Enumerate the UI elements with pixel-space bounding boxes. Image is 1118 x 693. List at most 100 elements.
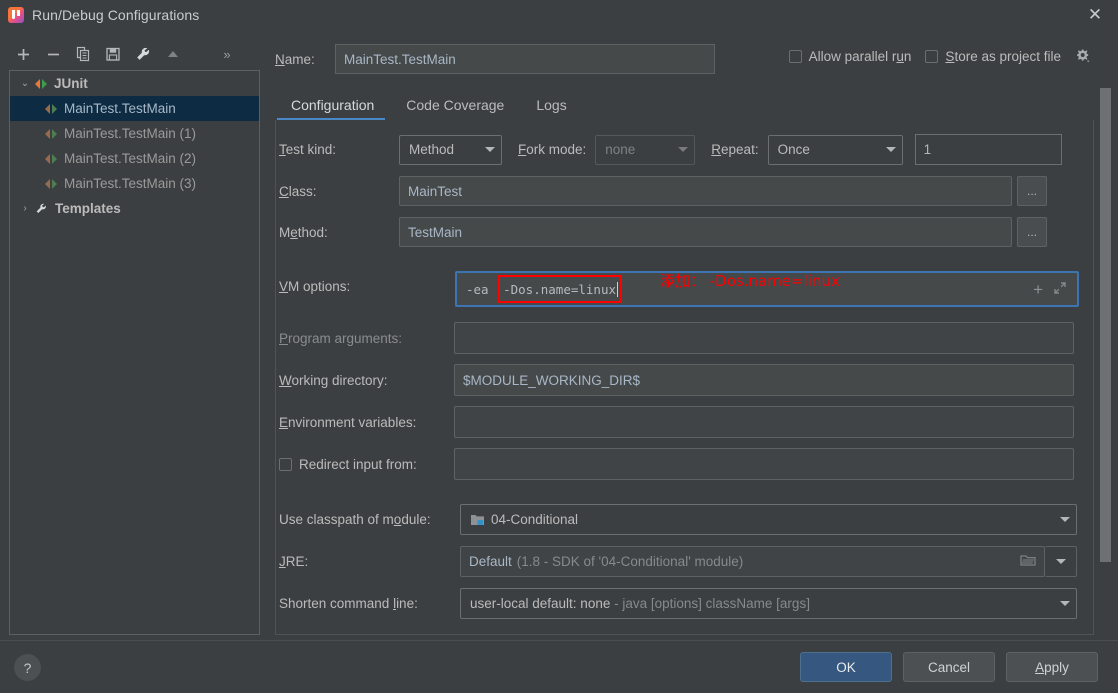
repeat-count-input[interactable]: 1 (914, 134, 1062, 165)
title-bar: Run/Debug Configurations ✕ (0, 0, 1118, 29)
add-configuration-button[interactable] (8, 41, 38, 67)
chevron-down-icon (1060, 601, 1070, 606)
tree-node-label: JUnit (54, 76, 88, 91)
fork-mode-value: none (605, 142, 636, 157)
tree-node-label: Templates (55, 201, 121, 216)
vm-options-highlight-box: -Dos.name=linux (498, 275, 622, 303)
save-configuration-button[interactable] (98, 41, 128, 67)
class-input[interactable]: MainTest (399, 176, 1012, 206)
cancel-button[interactable]: Cancel (903, 652, 995, 682)
tree-node-maintest-testmain[interactable]: MainTest.TestMain (10, 96, 259, 121)
expand-icon[interactable] (1053, 281, 1067, 298)
environment-variables-input[interactable] (454, 406, 1074, 438)
tree-node-templates[interactable]: › Templates (10, 196, 259, 221)
allow-parallel-run-checkbox[interactable]: Allow parallel run (788, 49, 912, 64)
remove-configuration-button[interactable] (38, 41, 68, 67)
use-classpath-row: Use classpath of module: 04-Conditional (279, 504, 1077, 535)
allow-parallel-run-label: Allow parallel run (808, 49, 912, 64)
store-as-project-file-checkbox[interactable]: Store as project file (925, 49, 1061, 64)
chevron-down-icon[interactable]: ⌄ (16, 78, 34, 89)
tree-node-maintest-testmain-2[interactable]: MainTest.TestMain (2) (10, 146, 259, 171)
module-icon (470, 513, 485, 527)
vertical-scrollbar[interactable] (1100, 88, 1111, 562)
name-input[interactable]: MainTest.TestMain (335, 44, 715, 74)
wrench-icon[interactable] (128, 41, 158, 67)
vm-options-label: VM options: (279, 279, 351, 294)
repeat-value: Once (777, 142, 810, 157)
chevron-down-icon (1060, 517, 1070, 522)
tree-node-label: MainTest.TestMain (3) (64, 176, 197, 191)
shorten-command-line-hint: - java [options] className [args] (614, 596, 810, 611)
redirect-input-field[interactable] (454, 448, 1074, 480)
chevron-down-icon (678, 147, 689, 152)
jre-input[interactable]: Default (1.8 - SDK of '04-Conditional' m… (460, 546, 1045, 577)
footer-divider (0, 640, 1118, 641)
checkbox-box[interactable] (788, 50, 802, 63)
method-browse-button[interactable]: ... (1017, 217, 1047, 247)
wrench-icon (34, 202, 49, 216)
tab-code-coverage[interactable]: Code Coverage (390, 90, 520, 120)
test-kind-select[interactable]: Method (399, 134, 502, 165)
checkbox-box[interactable] (925, 50, 939, 63)
ok-button[interactable]: OK (800, 652, 892, 682)
chevron-down-icon (1055, 559, 1066, 564)
shorten-command-line-label: Shorten command line: (279, 596, 418, 611)
store-as-project-file-label: Store as project file (945, 49, 1061, 64)
tab-bar: Configuration Code Coverage Logs (275, 88, 583, 120)
shorten-command-line-value: user-local default: none (470, 596, 611, 611)
junit-icon (44, 153, 58, 165)
method-input[interactable]: TestMain (399, 217, 1012, 247)
test-kind-value: Method (409, 142, 455, 157)
redirect-input-row: Redirect input from: (279, 448, 1074, 480)
repeat-select[interactable]: Once (767, 134, 903, 165)
junit-icon (44, 128, 58, 140)
fork-mode-select[interactable]: none (595, 134, 696, 165)
tab-configuration[interactable]: Configuration (275, 90, 390, 120)
tree-node-label: MainTest.TestMain (64, 101, 176, 116)
shorten-command-line-select[interactable]: user-local default: none - java [options… (460, 588, 1077, 619)
environment-variables-label: Environment variables: (279, 414, 417, 430)
checkbox-box[interactable] (279, 457, 292, 471)
jre-value: Default (469, 554, 512, 569)
folder-icon[interactable] (1020, 553, 1036, 570)
program-arguments-input[interactable] (454, 322, 1074, 354)
more-options-button[interactable]: » (212, 41, 242, 67)
environment-variables-row: Environment variables: (279, 406, 1074, 438)
close-icon[interactable]: ✕ (1072, 0, 1118, 29)
gear-dropdown-icon[interactable] (1075, 48, 1092, 65)
plus-icon[interactable]: + (1033, 281, 1043, 298)
copy-configuration-button[interactable] (68, 41, 98, 67)
redirect-input-label: Redirect input from: (299, 456, 417, 472)
apply-rest: pply (1044, 659, 1069, 675)
method-label: Method: (279, 224, 328, 240)
working-directory-label: Working directory: (279, 372, 388, 388)
jre-dropdown-button[interactable] (1045, 546, 1077, 577)
junit-icon (34, 78, 48, 90)
test-kind-label: Test kind: (279, 142, 337, 157)
tree-node-maintest-testmain-1[interactable]: MainTest.TestMain (1) (10, 121, 259, 146)
class-label: Class: (279, 183, 317, 199)
program-arguments-label: Program arguments: (279, 330, 403, 346)
tree-node-maintest-testmain-3[interactable]: MainTest.TestMain (3) (10, 171, 259, 196)
tab-logs[interactable]: Logs (520, 90, 582, 120)
intellij-idea-icon (8, 6, 24, 23)
fork-mode-label: Fork mode: (518, 142, 587, 157)
configurations-toolbar: » (8, 40, 263, 68)
use-classpath-select[interactable]: 04-Conditional (460, 504, 1077, 535)
method-row: Method: TestMain ... (279, 217, 1047, 247)
use-classpath-label: Use classpath of module: (279, 512, 431, 527)
move-up-button[interactable] (158, 41, 188, 67)
class-browse-button[interactable]: ... (1017, 176, 1047, 206)
shorten-command-line-row: Shorten command line: user-local default… (279, 588, 1077, 619)
working-directory-input[interactable]: $MODULE_WORKING_DIR$ (454, 364, 1074, 396)
name-row: Name: MainTest.TestMain (275, 44, 715, 74)
tree-node-label: MainTest.TestMain (2) (64, 151, 197, 166)
chevron-right-icon[interactable]: › (16, 203, 34, 214)
vm-options-actions: + (1033, 273, 1067, 305)
apply-button[interactable]: Apply (1006, 652, 1098, 682)
junit-icon (44, 178, 58, 190)
redirect-input-checkbox[interactable]: Redirect input from: (279, 457, 454, 472)
vm-options-highlighted-value: -Dos.name=linux (503, 281, 616, 297)
tree-node-junit[interactable]: ⌄ JUnit (10, 71, 259, 96)
help-button[interactable]: ? (14, 654, 41, 681)
